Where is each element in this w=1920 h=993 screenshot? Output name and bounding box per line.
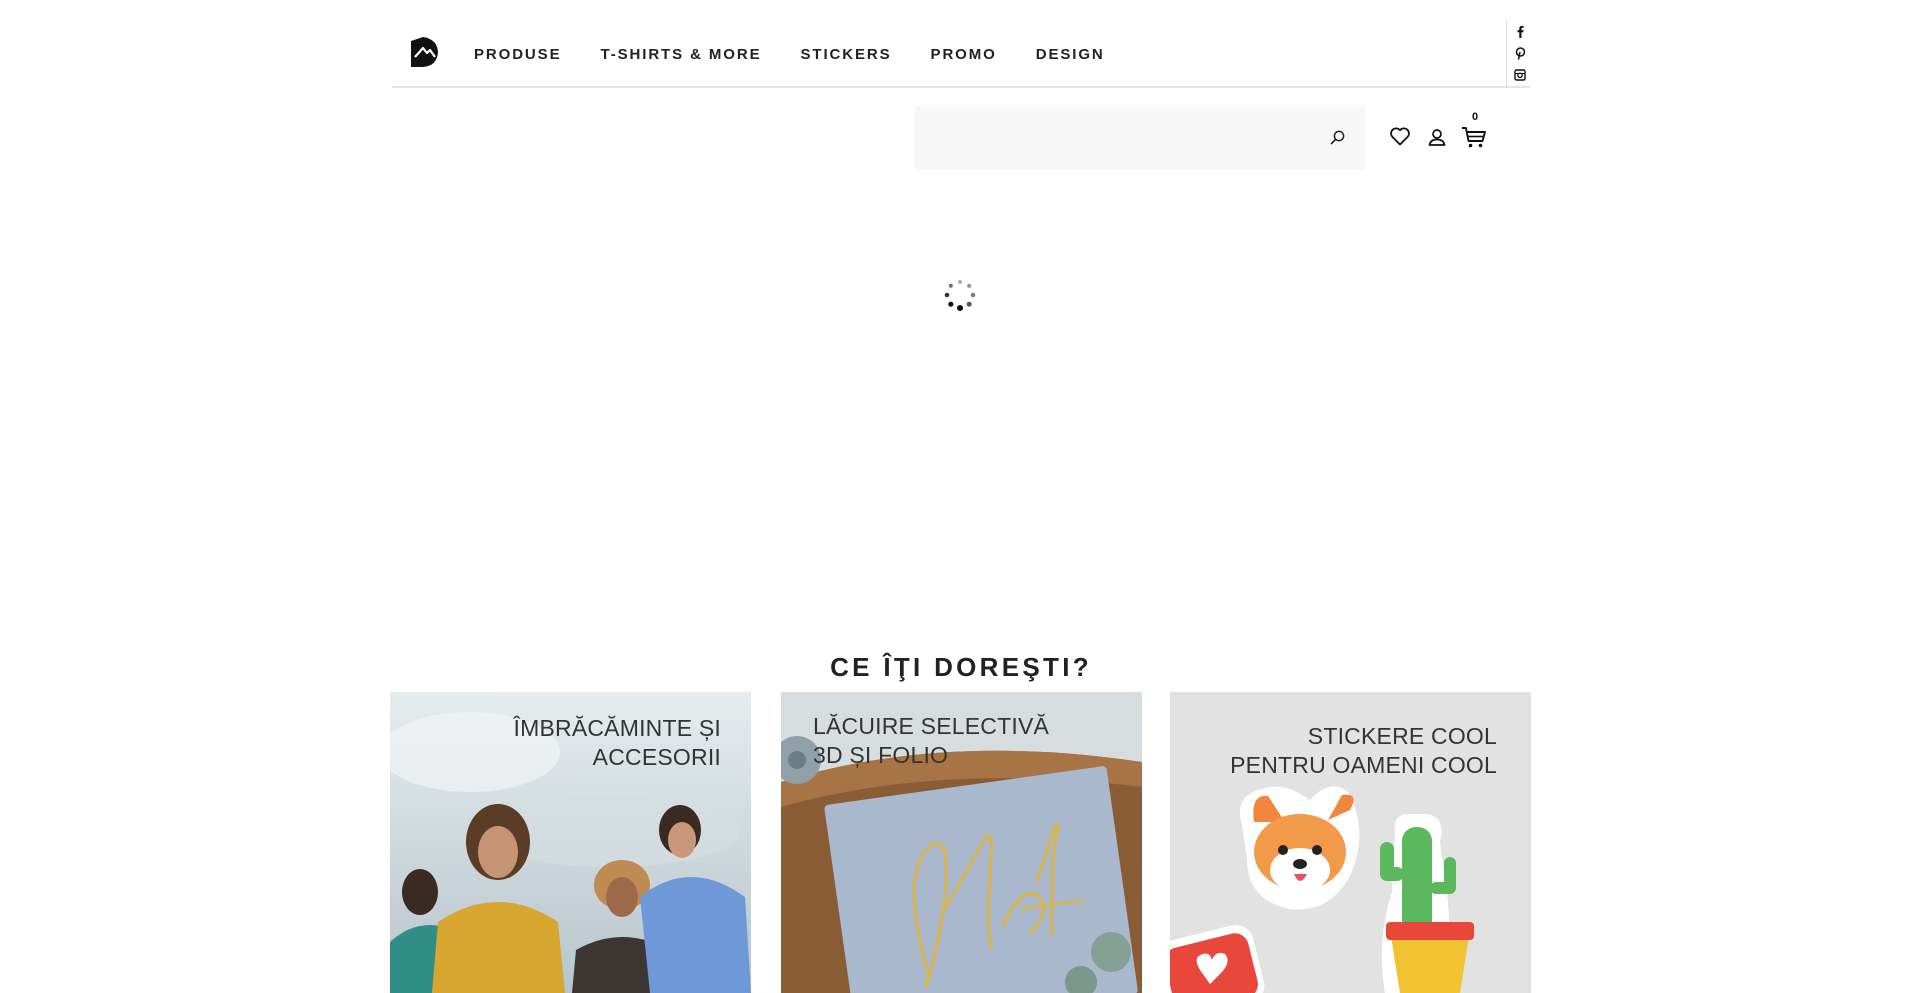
nav-tshirts-more[interactable]: T-SHIRTS & MORE (600, 46, 761, 63)
section-title: CE ÎŢI DOREŞTI? (830, 652, 1092, 682)
instagram-icon[interactable] (1513, 68, 1527, 82)
social-links (1506, 20, 1531, 88)
heart-icon (1390, 127, 1410, 146)
site-logo[interactable] (409, 35, 439, 69)
search-box (915, 106, 1366, 170)
search-input[interactable] (915, 106, 1315, 170)
nav-produse[interactable]: PRODUSE (474, 46, 561, 63)
search-button[interactable] (1325, 126, 1349, 150)
top-bar: PRODUSE T-SHIRTS & MORE STICKERS PROMO D… (392, 18, 1530, 88)
search-icon (1330, 130, 1345, 145)
nav-promo[interactable]: PROMO (931, 46, 997, 63)
loading-spinner-icon (944, 280, 976, 311)
main-nav: PRODUSE T-SHIRTS & MORE STICKERS PROMO D… (474, 46, 1144, 63)
nav-design[interactable]: DESIGN (1036, 46, 1105, 63)
cart-button[interactable] (1460, 124, 1488, 150)
cart-icon (1462, 127, 1486, 148)
cart-count-badge: 0 (1471, 111, 1479, 123)
facebook-icon[interactable] (1513, 24, 1527, 38)
category-card-lacquer[interactable]: LĂCUIRE SELECTIVĂ 3D ȘI FOLIO (781, 692, 1142, 993)
card-title: STICKERE COOL PENTRU OAMENI COOL (1230, 723, 1497, 778)
user-icon (1428, 129, 1446, 146)
category-card-clothing[interactable]: ÎMBRĂCĂMINTE ȘI ACCESORII (390, 692, 751, 993)
pinterest-icon[interactable] (1513, 46, 1527, 60)
wishlist-button[interactable] (1388, 124, 1412, 148)
account-button[interactable] (1426, 126, 1448, 148)
card-title: LĂCUIRE SELECTIVĂ 3D ȘI FOLIO (813, 713, 1050, 768)
nav-stickers[interactable]: STICKERS (801, 46, 892, 63)
card-title: ÎMBRĂCĂMINTE ȘI ACCESORII (513, 715, 721, 770)
category-card-stickers[interactable]: STICKERE COOL PENTRU OAMENI COOL (1170, 692, 1531, 993)
